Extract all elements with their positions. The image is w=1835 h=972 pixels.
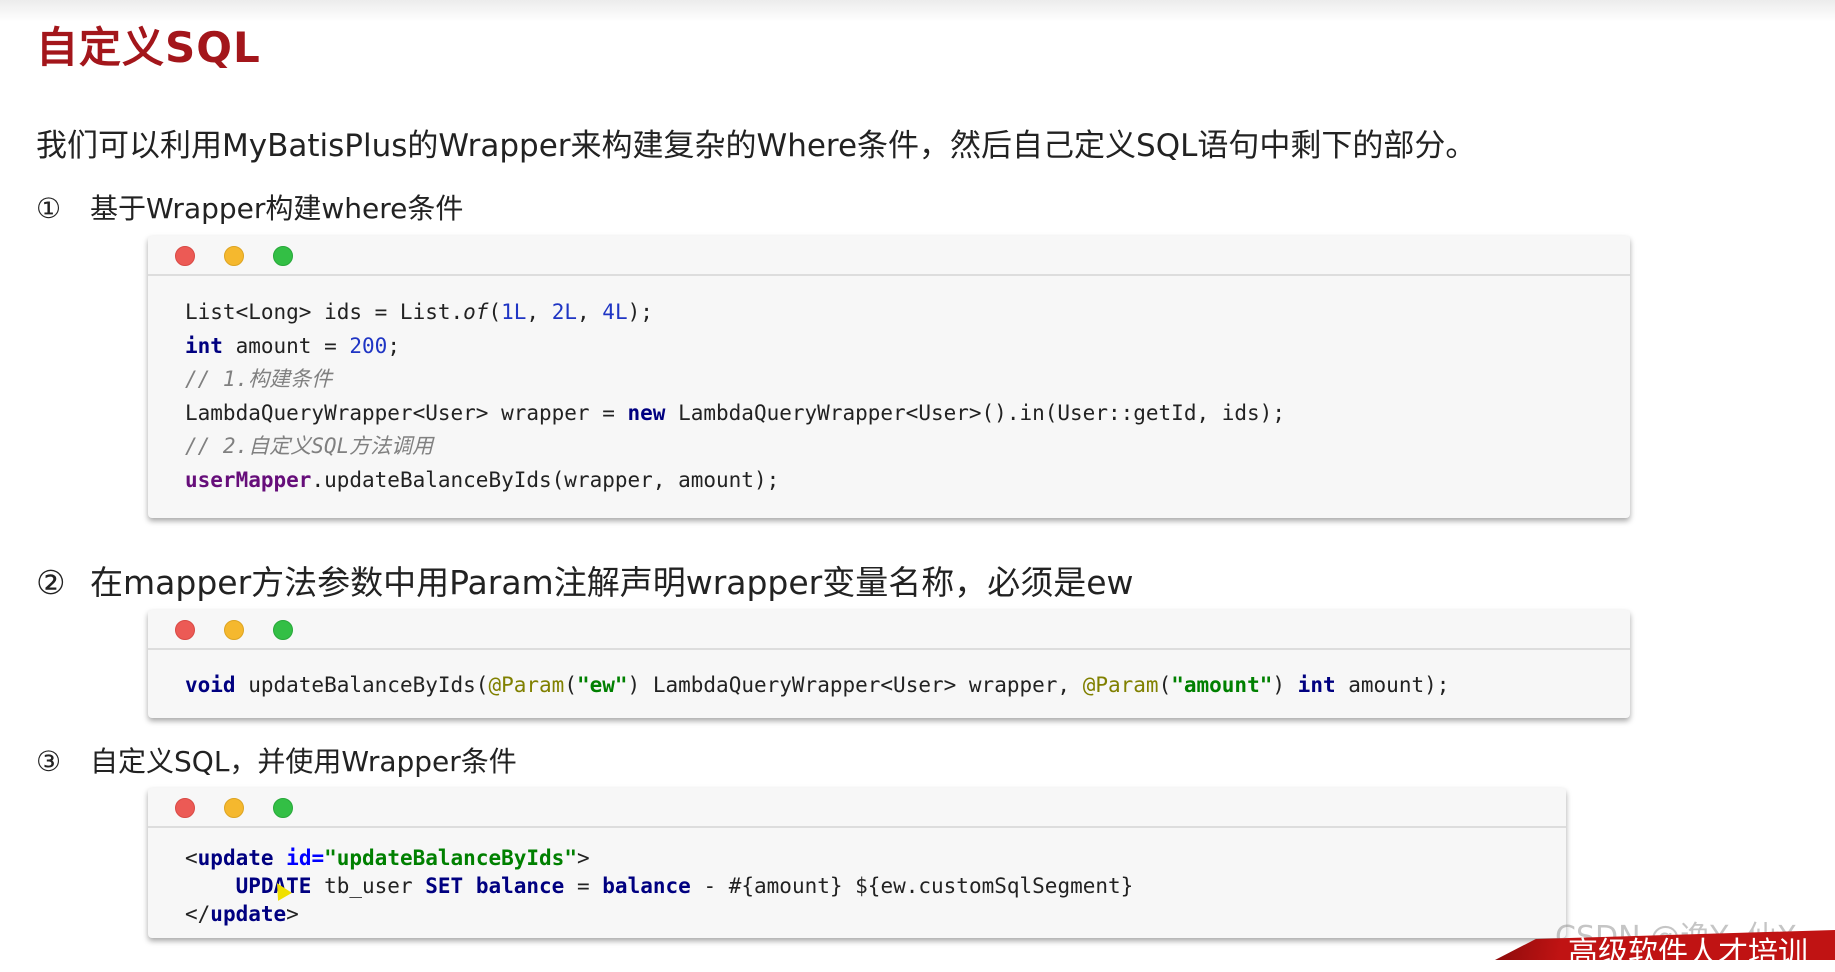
- close-dot-icon: [175, 246, 195, 266]
- step-number: ③: [36, 745, 62, 778]
- close-dot-icon: [175, 620, 195, 640]
- code-block-java: List<Long> ids = List.of(1L, 2L, 4L); in…: [148, 236, 1630, 518]
- step-text: 基于Wrapper构建where条件: [90, 192, 464, 225]
- maximize-dot-icon: [273, 620, 293, 640]
- minimize-dot-icon: [224, 246, 244, 266]
- window-titlebar: [148, 610, 1630, 650]
- step-2: ② 在mapper方法参数中用Param注解声明wrapper变量名称，必须是ew: [36, 556, 1134, 604]
- code-block-xml: <update id="updateBalanceByIds"> UPDATE …: [148, 788, 1566, 938]
- window-titlebar: [148, 236, 1630, 276]
- step-number: ②: [36, 563, 66, 602]
- top-strip: [0, 0, 1835, 22]
- slide-title: 自定义SQL: [36, 23, 261, 72]
- close-dot-icon: [175, 798, 195, 818]
- code-text: <update id="updateBalanceByIds"> UPDATE …: [185, 846, 1134, 926]
- minimize-dot-icon: [224, 798, 244, 818]
- step-text: 在mapper方法参数中用Param注解声明wrapper变量名称，必须是ew: [90, 563, 1134, 602]
- step-1: ① 基于Wrapper构建where条件: [36, 187, 463, 227]
- intro-text: 我们可以利用MyBatisPlus的Wrapper来构建复杂的Where条件，然…: [36, 128, 1477, 164]
- code-text: List<Long> ids = List.of(1L, 2L, 4L); in…: [185, 300, 1285, 492]
- step-text: 自定义SQL，并使用Wrapper条件: [90, 745, 517, 778]
- window-titlebar: [148, 788, 1566, 828]
- banner-text: 高级软件人才培训: [1568, 936, 1808, 971]
- minimize-dot-icon: [224, 620, 244, 640]
- code-block-signature: void updateBalanceByIds(@Param("ew") Lam…: [148, 610, 1630, 718]
- step-3: ③ 自定义SQL，并使用Wrapper条件: [36, 740, 517, 780]
- code-text: void updateBalanceByIds(@Param("ew") Lam…: [185, 673, 1450, 697]
- step-number: ①: [36, 192, 62, 225]
- maximize-dot-icon: [273, 246, 293, 266]
- maximize-dot-icon: [273, 798, 293, 818]
